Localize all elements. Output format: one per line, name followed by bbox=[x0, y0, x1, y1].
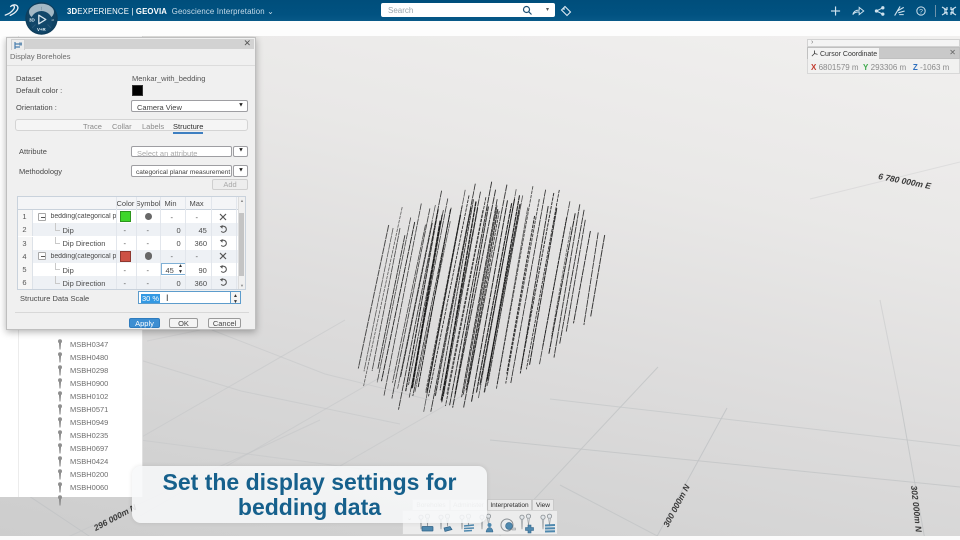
svg-text:?: ? bbox=[919, 8, 923, 15]
svg-text:3D: 3D bbox=[29, 18, 36, 23]
svg-text:𝒖: 𝒖 bbox=[52, 17, 55, 22]
svg-text:V+R: V+R bbox=[37, 27, 46, 32]
